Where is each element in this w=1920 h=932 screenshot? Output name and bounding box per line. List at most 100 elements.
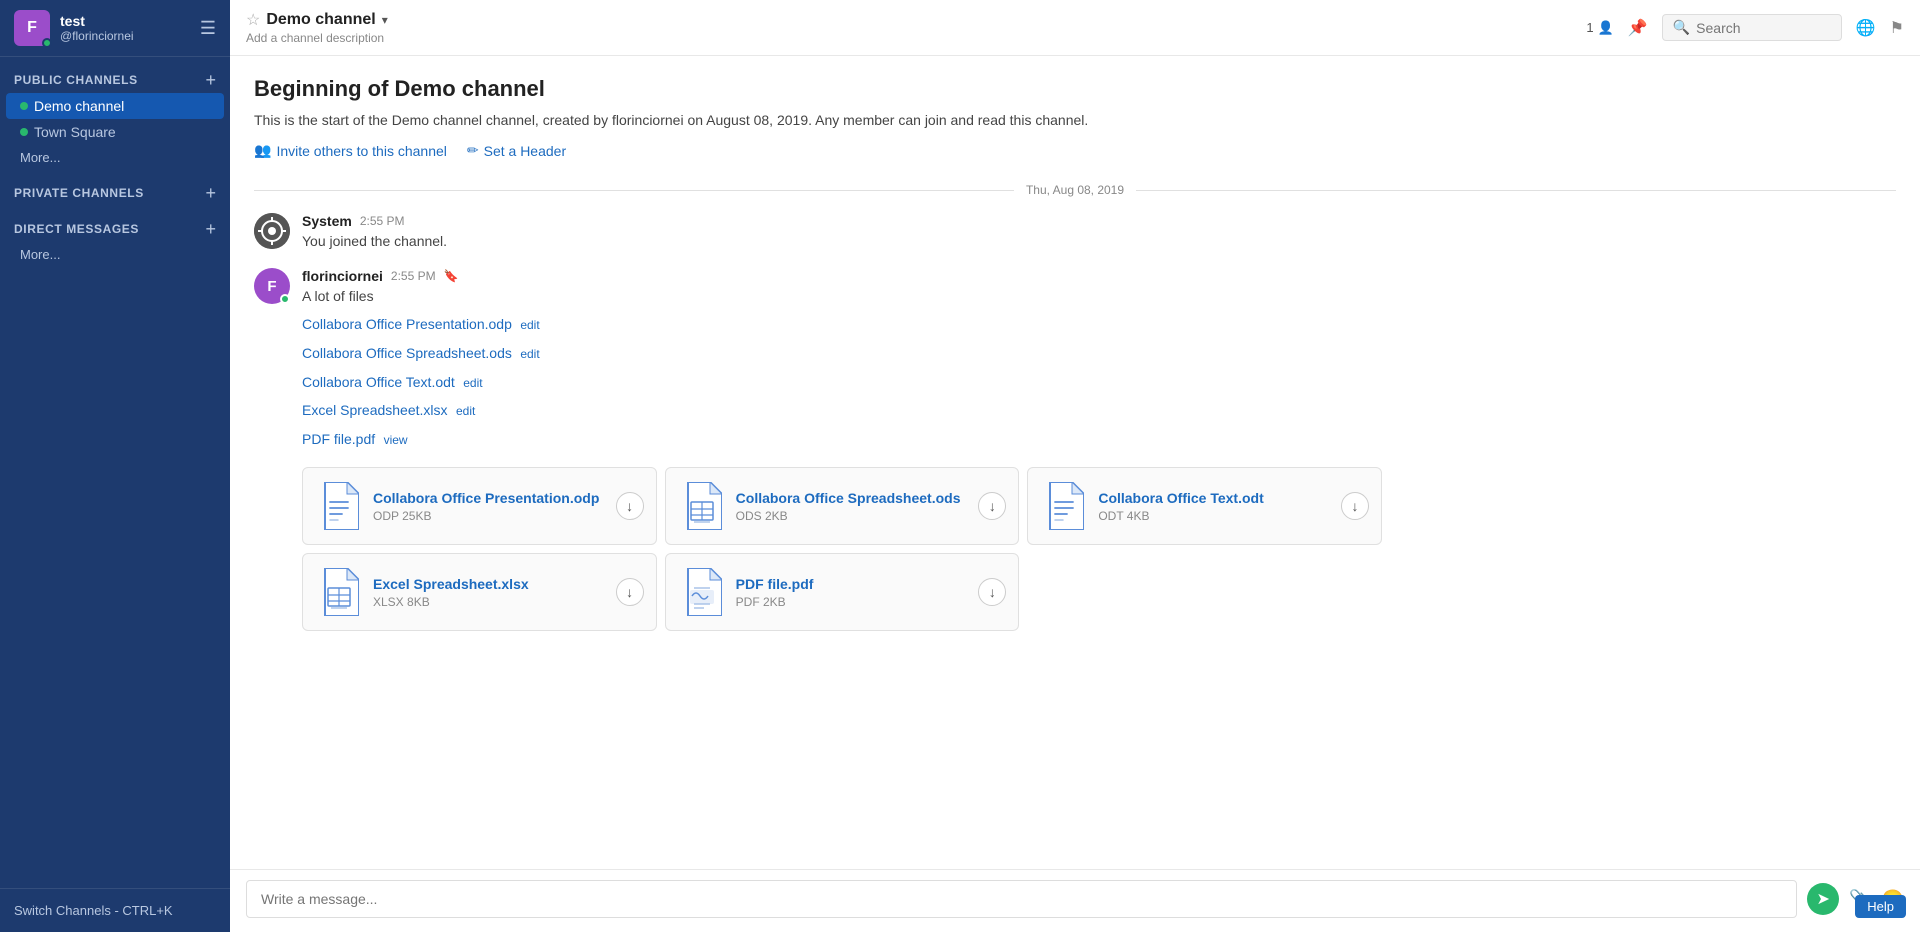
set-header-button[interactable]: ✏ Set a Header xyxy=(467,142,566,159)
message-input-area: ➤ 📎 😊 xyxy=(230,869,1920,932)
file-edit-link[interactable]: edit xyxy=(520,347,539,361)
channel-header: ☆ Demo channel ▾ Add a channel descripti… xyxy=(230,0,1920,56)
download-button[interactable]: ↓ xyxy=(1341,492,1369,520)
send-icon: ➤ xyxy=(1816,889,1829,909)
pin-icon[interactable]: 📌 xyxy=(1628,18,1648,38)
file-card-meta: ODP 25KB xyxy=(373,509,606,523)
direct-messages-section: DIRECT MESSAGES + xyxy=(0,206,230,242)
system-message-content: System 2:55 PM You joined the channel. xyxy=(302,213,1896,252)
file-info: Excel Spreadsheet.xlsx XLSX 8KB xyxy=(373,575,606,609)
public-channels-more[interactable]: More... xyxy=(6,145,224,170)
file-edit-link[interactable]: edit xyxy=(463,376,482,390)
sidebar-item-town-square[interactable]: Town Square xyxy=(6,119,224,145)
download-button[interactable]: ↓ xyxy=(978,578,1006,606)
avatar[interactable]: F xyxy=(14,10,50,46)
file-card-meta: ODS 2KB xyxy=(736,509,969,523)
message-time: 2:55 PM xyxy=(360,214,405,228)
globe-icon[interactable]: 🌐 xyxy=(1856,18,1876,38)
private-channels-label: PRIVATE CHANNELS xyxy=(14,186,144,200)
file-edit-link[interactable]: edit xyxy=(520,318,539,332)
file-link[interactable]: PDF file.pdf xyxy=(302,431,375,447)
direct-more[interactable]: More... xyxy=(6,242,224,267)
channel-title-row: ☆ Demo channel ▾ xyxy=(246,10,388,30)
send-button[interactable]: ➤ xyxy=(1807,883,1839,915)
file-link-row: Collabora Office Spreadsheet.ods edit xyxy=(302,340,1896,369)
flag-icon[interactable]: ⚑ xyxy=(1890,18,1904,38)
message-text: You joined the channel. xyxy=(302,231,1896,252)
help-button[interactable]: Help xyxy=(1855,895,1906,918)
file-link[interactable]: Collabora Office Presentation.odp xyxy=(302,316,512,332)
message-time: 2:55 PM xyxy=(391,269,436,283)
download-button[interactable]: ↓ xyxy=(978,492,1006,520)
invite-others-button[interactable]: 👥 Invite others to this channel xyxy=(254,142,447,159)
avatar-letter: F xyxy=(27,19,37,37)
file-link[interactable]: Collabora Office Spreadsheet.ods xyxy=(302,345,512,361)
search-input[interactable] xyxy=(1696,20,1816,36)
hamburger-icon[interactable]: ☰ xyxy=(200,18,216,39)
private-channels-section: PRIVATE CHANNELS + xyxy=(0,170,230,206)
sidebar-footer: Switch Channels - CTRL+K xyxy=(0,888,230,932)
file-card-meta: XLSX 8KB xyxy=(373,595,606,609)
download-button[interactable]: ↓ xyxy=(616,578,644,606)
file-link-row: Excel Spreadsheet.xlsx edit xyxy=(302,397,1896,426)
file-card[interactable]: Collabora Office Text.odt ODT 4KB ↓ xyxy=(1027,467,1382,545)
system-avatar-icon xyxy=(254,213,290,249)
file-card-meta: PDF 2KB xyxy=(736,595,969,609)
sidebar-item-demo-channel[interactable]: Demo channel xyxy=(6,93,224,119)
status-dot xyxy=(42,38,52,48)
message-bookmark-icon[interactable]: 🔖 xyxy=(444,269,459,283)
file-link[interactable]: Excel Spreadsheet.xlsx xyxy=(302,402,448,418)
user-online-dot xyxy=(280,294,290,304)
main-area: ☆ Demo channel ▾ Add a channel descripti… xyxy=(230,0,1920,932)
file-card[interactable]: Excel Spreadsheet.xlsx XLSX 8KB ↓ xyxy=(302,553,657,631)
message-author: System xyxy=(302,213,352,229)
file-info: Collabora Office Presentation.odp ODP 25… xyxy=(373,489,606,523)
star-icon[interactable]: ☆ xyxy=(246,10,260,30)
message-header: System 2:55 PM xyxy=(302,213,1896,229)
online-dot xyxy=(20,128,28,136)
search-box[interactable]: 🔍 xyxy=(1662,14,1842,41)
channel-description[interactable]: Add a channel description xyxy=(246,31,388,45)
message-text: A lot of files xyxy=(302,286,1896,307)
user-name: test xyxy=(60,13,190,30)
message-author: florinciornei xyxy=(302,268,383,284)
public-channels-section: PUBLIC CHANNELS + xyxy=(0,57,230,93)
set-header-label: Set a Header xyxy=(484,143,567,159)
file-cards-grid: Collabora Office Presentation.odp ODP 25… xyxy=(302,467,1382,631)
file-card[interactable]: PDF file.pdf PDF 2KB ↓ xyxy=(665,553,1020,631)
invite-icon: 👥 xyxy=(254,142,271,159)
file-card[interactable]: Collabora Office Presentation.odp ODP 25… xyxy=(302,467,657,545)
user-message-content: florinciornei 2:55 PM 🔖 A lot of files C… xyxy=(302,268,1896,631)
message-input[interactable] xyxy=(246,880,1797,918)
channel-actions: 👥 Invite others to this channel ✏ Set a … xyxy=(254,142,1896,159)
file-icon-wrap xyxy=(678,480,726,532)
pencil-icon: ✏ xyxy=(467,142,479,159)
file-info: Collabora Office Spreadsheet.ods ODS 2KB xyxy=(736,489,969,523)
beginning-title: Beginning of Demo channel xyxy=(254,76,1896,102)
date-divider: Thu, Aug 08, 2019 xyxy=(254,183,1896,197)
user-handle: @florinciornei xyxy=(60,29,190,43)
member-count-value: 1 xyxy=(1586,20,1593,35)
add-public-channel-button[interactable]: + xyxy=(205,71,216,89)
file-link-row: Collabora Office Presentation.odp edit xyxy=(302,311,1896,340)
chevron-down-icon[interactable]: ▾ xyxy=(382,13,388,27)
header-actions: 1 👤 📌 🔍 🌐 ⚑ xyxy=(1586,14,1904,41)
file-card-name: Collabora Office Text.odt xyxy=(1098,489,1331,507)
file-card[interactable]: Collabora Office Spreadsheet.ods ODS 2KB… xyxy=(665,467,1020,545)
user-info: test @florinciornei xyxy=(60,13,190,44)
add-private-channel-button[interactable]: + xyxy=(205,184,216,202)
user-message-block: F florinciornei 2:55 PM 🔖 A lot of files… xyxy=(254,268,1896,631)
file-edit-link[interactable]: view xyxy=(384,433,408,447)
sidebar-header: F test @florinciornei ☰ xyxy=(0,0,230,57)
system-avatar xyxy=(254,213,290,249)
file-card-name: Collabora Office Presentation.odp xyxy=(373,489,606,507)
file-card-name: PDF file.pdf xyxy=(736,575,969,593)
sidebar: F test @florinciornei ☰ PUBLIC CHANNELS … xyxy=(0,0,230,932)
channel-intro: This is the start of the Demo channel ch… xyxy=(254,112,1896,128)
file-edit-link[interactable]: edit xyxy=(456,404,475,418)
download-button[interactable]: ↓ xyxy=(616,492,644,520)
add-direct-message-button[interactable]: + xyxy=(205,220,216,238)
file-icon-wrap xyxy=(678,566,726,618)
file-link[interactable]: Collabora Office Text.odt xyxy=(302,374,455,390)
channel-name-label: Town Square xyxy=(34,124,116,140)
